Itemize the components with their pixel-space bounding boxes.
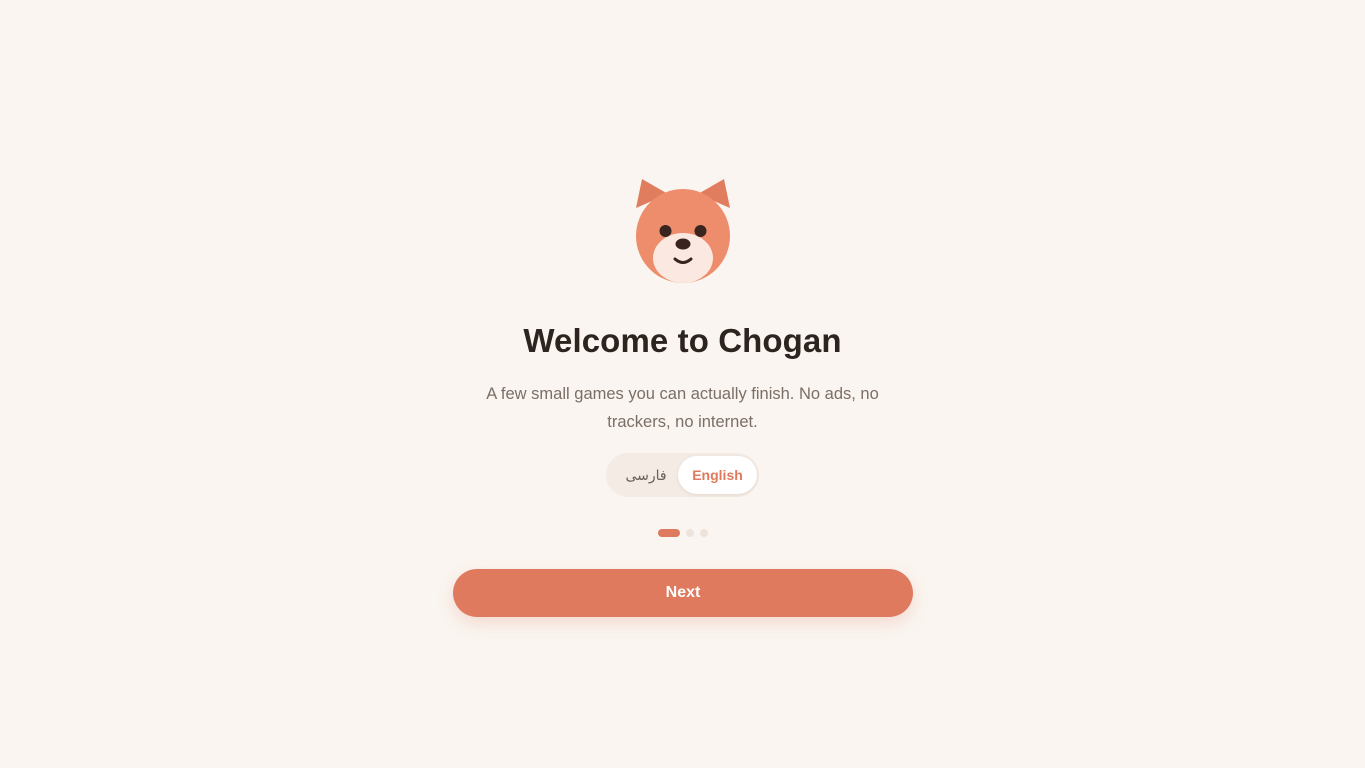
mascot-nose bbox=[675, 238, 691, 250]
next-button[interactable]: Next bbox=[453, 569, 913, 617]
language-option-english[interactable]: English bbox=[678, 456, 757, 494]
step-dot bbox=[686, 529, 694, 537]
page-subtitle: A few small games you can actually finis… bbox=[486, 385, 879, 431]
page-title: Welcome to Chogan bbox=[523, 322, 842, 359]
step-dot bbox=[700, 529, 708, 537]
language-option-farsi[interactable]: فارسی bbox=[612, 456, 680, 494]
step-dot-active bbox=[658, 529, 680, 537]
mascot-right-eye bbox=[694, 225, 707, 237]
onboarding-screen: Welcome to Chogan A few small games you … bbox=[0, 0, 1365, 768]
language-toggle: فارسی English bbox=[606, 453, 759, 497]
mascot-left-eye bbox=[659, 225, 672, 237]
bear-mascot-icon bbox=[636, 179, 730, 283]
